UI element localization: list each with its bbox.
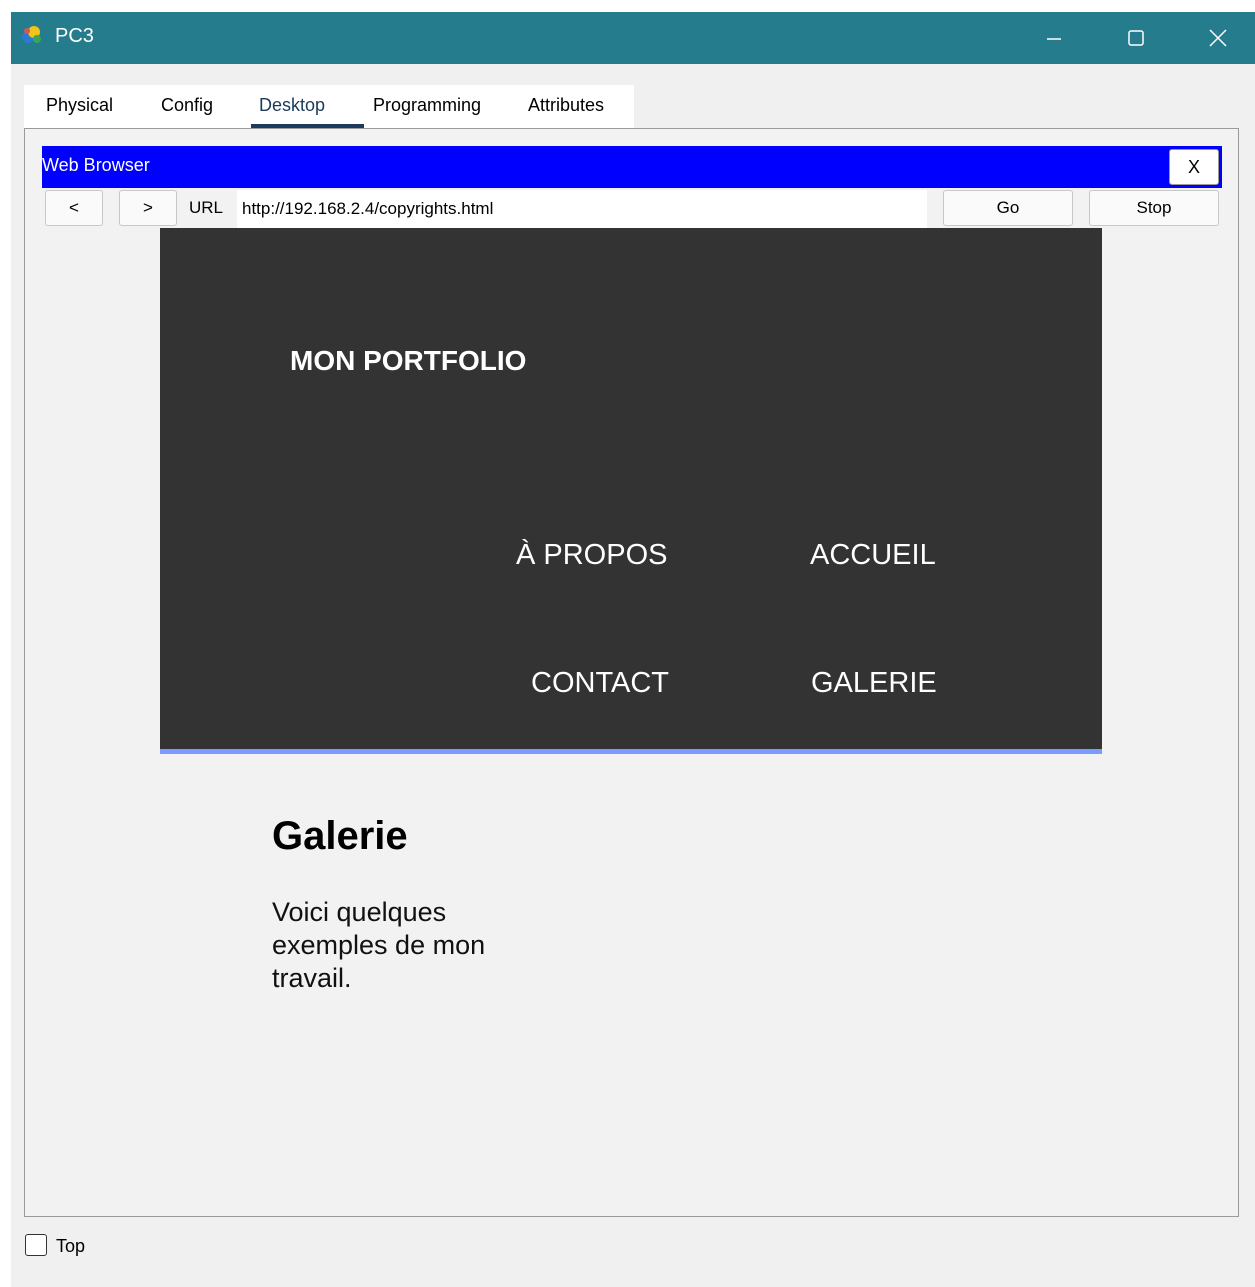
url-input[interactable] (237, 190, 927, 228)
desktop-panel: Web Browser X < > URL Go Stop MON PORTFO… (24, 128, 1239, 1217)
maximize-button[interactable] (1101, 12, 1171, 64)
close-window-button[interactable] (1183, 12, 1253, 64)
page-intro-text: Voici quelques exemples de mon travail. (272, 897, 486, 993)
top-checkbox-label[interactable]: Top (56, 1236, 85, 1257)
top-checkbox[interactable] (25, 1234, 47, 1256)
forward-button[interactable]: > (119, 190, 177, 226)
title-bar: PC3 (11, 12, 1255, 64)
minimize-button[interactable] (1019, 12, 1089, 64)
nav-link-galerie[interactable]: GALERIE (811, 667, 937, 700)
tab-programming[interactable]: Programming (373, 95, 481, 116)
window-title: PC3 (55, 25, 94, 47)
minimize-icon (1047, 38, 1061, 40)
nav-link-contact[interactable]: CONTACT (531, 667, 669, 700)
close-icon (1209, 29, 1227, 47)
tab-attributes[interactable]: Attributes (528, 95, 604, 116)
stop-button[interactable]: Stop (1089, 190, 1219, 226)
web-browser-title: Web Browser (42, 155, 150, 175)
tab-bar: Physical Config Desktop Programming Attr… (24, 85, 634, 128)
web-browser-header: Web Browser X (42, 146, 1222, 188)
back-button[interactable]: < (45, 190, 103, 226)
pc3-window: PC3 Physical Config Desktop Programming … (11, 12, 1255, 1287)
packet-tracer-icon (22, 26, 41, 43)
go-button[interactable]: Go (943, 190, 1073, 226)
site-logo[interactable]: MON PORTFOLIO (290, 345, 526, 377)
tab-config[interactable]: Config (161, 95, 213, 116)
maximize-icon (1128, 30, 1144, 46)
site-header: MON PORTFOLIO À PROPOS ACCUEIL CONTACT G… (160, 228, 1102, 754)
close-browser-button[interactable]: X (1169, 149, 1219, 185)
page-heading: Galerie (272, 814, 408, 858)
tab-physical[interactable]: Physical (46, 95, 113, 116)
tab-desktop[interactable]: Desktop (259, 95, 325, 116)
nav-link-accueil[interactable]: ACCUEIL (810, 539, 936, 572)
url-label: URL (189, 198, 224, 217)
nav-link-a-propos[interactable]: À PROPOS (516, 539, 668, 572)
